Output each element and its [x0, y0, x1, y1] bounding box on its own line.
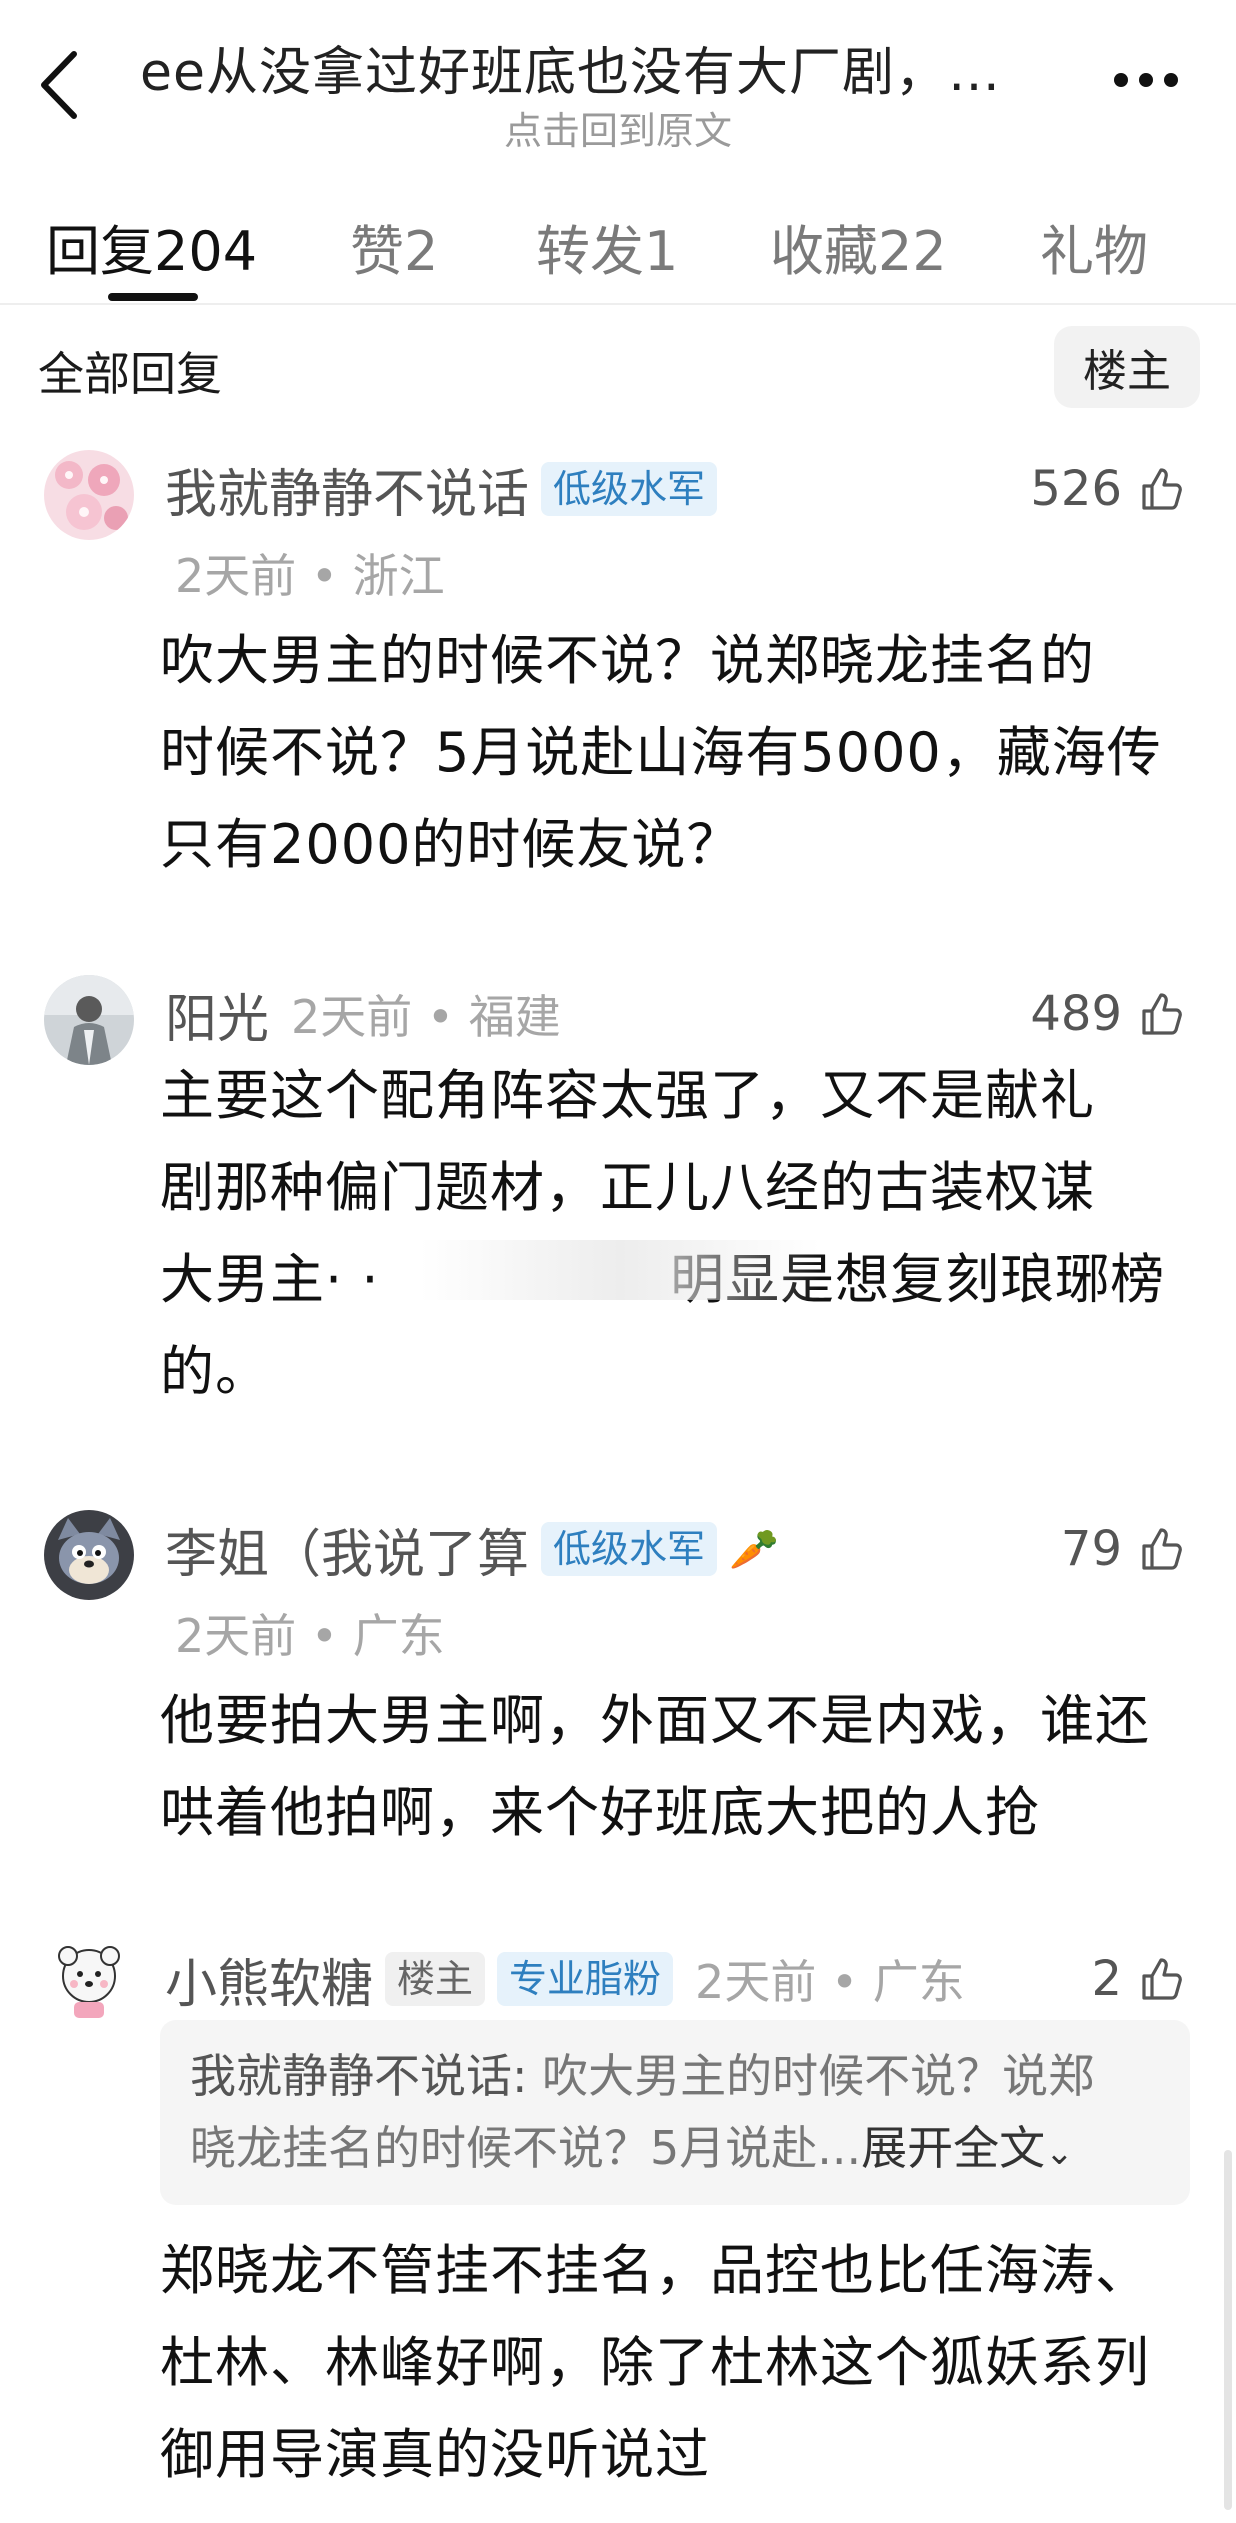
- bear-avatar-icon: [44, 1936, 134, 2026]
- more-dot-icon: [1114, 73, 1128, 87]
- more-options-button[interactable]: [1106, 60, 1186, 100]
- watermark-overlay: [420, 1240, 820, 1300]
- avatar[interactable]: [44, 1936, 134, 2026]
- quote-text: 吹大男主的时候不说？说郑: [542, 2049, 1095, 2103]
- more-dot-icon: [1139, 73, 1153, 87]
- like-count: 2: [1091, 1951, 1122, 2007]
- tab-favorites[interactable]: 收藏22: [770, 207, 947, 286]
- username[interactable]: 阳光: [165, 977, 269, 1052]
- top-bar: ee从没拿过好班底也没有大厂剧，不…… 点击回到原文: [0, 0, 1236, 160]
- like-button[interactable]: 526: [1030, 454, 1186, 524]
- avatar[interactable]: [44, 1510, 134, 1600]
- like-button[interactable]: 79: [1061, 1514, 1186, 1584]
- tab-bar: 回复204 赞2 转发1 收藏22 礼物: [0, 195, 1236, 305]
- thumbs-up-icon: [1142, 1528, 1182, 1570]
- avatar[interactable]: [44, 975, 134, 1065]
- comment-header: 阳光 2天前 • 福建: [165, 977, 561, 1052]
- avatar[interactable]: [44, 450, 134, 540]
- username[interactable]: 李姐（我说了算: [165, 1512, 529, 1587]
- user-level-badge: 低级水军: [541, 462, 718, 516]
- comment-header: 李姐（我说了算 低级水军 🥕: [165, 1512, 779, 1587]
- comment-meta: 2天前 • 福建: [291, 990, 561, 1044]
- like-count: 79: [1060, 1521, 1122, 1577]
- back-to-original-link[interactable]: 点击回到原文: [0, 100, 1236, 155]
- flower-avatar-icon: [44, 450, 134, 540]
- thumbs-up-icon: [1142, 993, 1182, 1035]
- active-tab-indicator: [108, 293, 198, 301]
- user-level-badge: 低级水军: [541, 1522, 718, 1576]
- page-title[interactable]: ee从没拿过好班底也没有大厂剧，不……: [140, 30, 1040, 105]
- comment-header: 小熊软糖 楼主 专业脂粉 2天前 • 广东: [165, 1942, 965, 2017]
- tab-replies[interactable]: 回复204: [46, 207, 257, 286]
- quoted-reply[interactable]: 我就静静不说话: 吹大男主的时候不说？说郑 晓龙挂名的时候不说？5月说赴...展…: [160, 2020, 1190, 2205]
- more-dot-icon: [1164, 73, 1178, 87]
- chevron-down-icon: ⌄: [1045, 2133, 1074, 2173]
- fan-level-badge: 专业脂粉: [497, 1952, 674, 2006]
- username[interactable]: 小熊软糖: [165, 1942, 373, 2017]
- quote-author: 我就静静不说话:: [190, 2049, 528, 2103]
- comment-text: 吹大男主的时候不说？说郑晓龙挂名的 时候不说？5月说赴山海有5000，藏海传 只…: [160, 629, 1162, 876]
- all-replies-label: 全部回复: [38, 347, 222, 401]
- scrollbar[interactable]: [1224, 2150, 1232, 2510]
- comment-text: 郑晓龙不管挂不挂名，品控也比任海涛、 杜林、林峰好啊，除了杜林这个狐妖系列 御用…: [160, 2239, 1150, 2486]
- character-avatar-icon: [44, 975, 134, 1065]
- username[interactable]: 我就静静不说话: [165, 452, 529, 527]
- thumbs-up-icon: [1142, 468, 1182, 510]
- comment-meta: 2天前 • 浙江: [175, 549, 445, 603]
- like-count: 526: [1030, 461, 1122, 517]
- comment-meta: 2天前 • 广东: [695, 1955, 965, 2009]
- cartoon-cat-avatar-icon: [44, 1510, 134, 1600]
- comment-header: 我就静静不说话 低级水军: [165, 452, 718, 527]
- quote-text: 晓龙挂名的时候不说？5月说赴...: [190, 2121, 862, 2175]
- thumbs-up-icon: [1142, 1958, 1182, 2000]
- expand-full-text-link[interactable]: 展开全文⌄: [861, 2121, 1074, 2175]
- comment-meta: 2天前 • 广东: [175, 1609, 445, 1663]
- like-count: 489: [1030, 986, 1122, 1042]
- tab-likes[interactable]: 赞2: [350, 207, 438, 286]
- op-only-filter-button[interactable]: 楼主: [1054, 326, 1200, 408]
- op-badge: 楼主: [385, 1952, 486, 2006]
- tab-reposts[interactable]: 转发1: [536, 207, 678, 286]
- comment-text: 他要拍大男主啊，外面又不是内戏，谁还 哄着他拍啊，来个好班底大把的人抢: [160, 1689, 1150, 1844]
- like-button[interactable]: 2: [1091, 1944, 1186, 2014]
- like-button[interactable]: 489: [1030, 979, 1186, 1049]
- filter-row: 全部回复 楼主: [0, 320, 1236, 410]
- comment-text: 主要这个配角阵容太强了，又不是献礼 剧那种偏门题材，正儿八经的古装权谋 大男主·…: [160, 1064, 1166, 1403]
- carrot-icon: 🥕: [729, 1526, 779, 1573]
- tab-gifts[interactable]: 礼物: [1040, 207, 1148, 286]
